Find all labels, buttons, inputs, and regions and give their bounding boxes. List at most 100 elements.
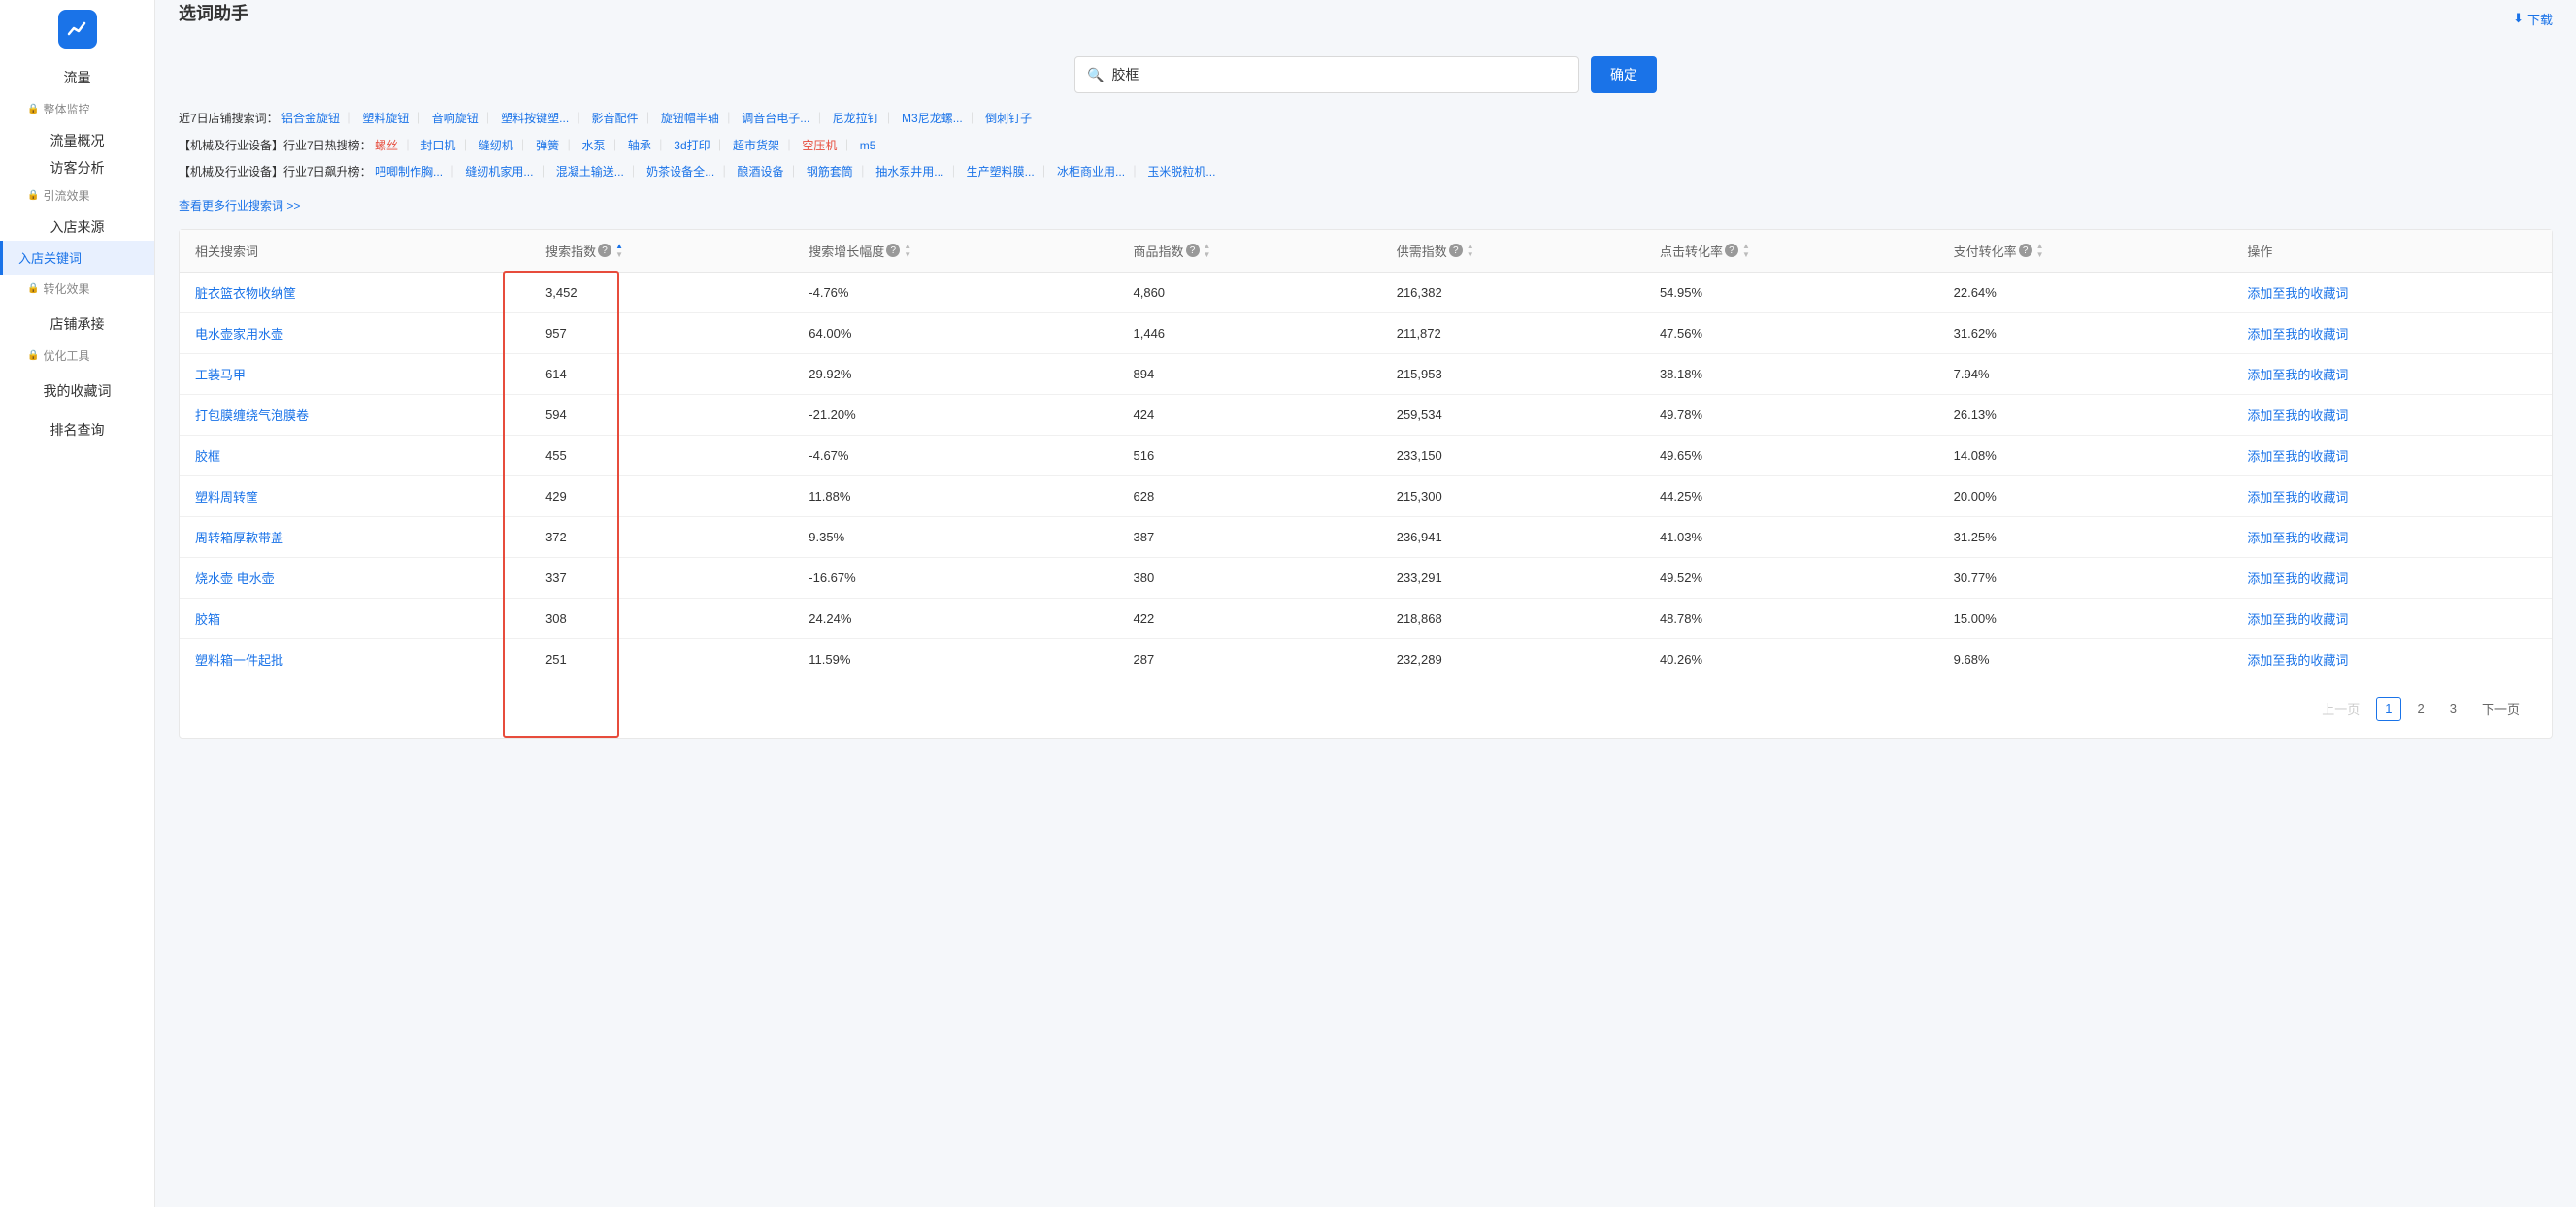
keyword-link-2[interactable]: 工装马甲 [195, 368, 246, 382]
add-favorite-3[interactable]: 添加至我的收藏词 [2247, 408, 2348, 423]
keyword-link-4[interactable]: 胶框 [195, 449, 220, 464]
tag-concrete[interactable]: 混凝土输送... [556, 165, 624, 179]
product-index-info-icon[interactable]: ? [1186, 244, 1200, 257]
th-product-index[interactable]: 商品指数 ? ▲ ▼ [1118, 230, 1381, 273]
tag-av[interactable]: 影音配件 [592, 112, 639, 125]
page-2-button[interactable]: 2 [2409, 697, 2433, 721]
cell-keyword-4: 胶框 [180, 435, 530, 475]
th-pay-conversion[interactable]: 支付转化率 ? ▲ ▼ [1938, 230, 2232, 273]
tag-nylon-rivet[interactable]: 尼龙拉钉 [833, 112, 879, 125]
click-conv-info-icon[interactable]: ? [1725, 244, 1738, 257]
cell-product-index-1: 1,446 [1118, 312, 1381, 353]
tag-plastic-film[interactable]: 生产塑料膜... [967, 165, 1035, 179]
sidebar-item-store-keywords[interactable]: 入店关键词 [0, 241, 154, 275]
tag-compressor[interactable]: 空压机 [802, 139, 837, 152]
tag-sealer[interactable]: 封口机 [420, 139, 455, 152]
sidebar-item-optimize-tools[interactable]: 🔒 优化工具 [0, 342, 154, 370]
th-supply-index[interactable]: 供需指数 ? ▲ ▼ [1381, 230, 1644, 273]
page-3-button[interactable]: 3 [2441, 697, 2465, 721]
tag-mixer[interactable]: 调音台电子... [742, 112, 809, 125]
tag-rebar[interactable]: 钢筋套筒 [807, 165, 853, 179]
sort-down-icon-5: ▼ [1742, 251, 1750, 259]
keyword-link-7[interactable]: 烧水壶 电水壶 [195, 571, 275, 586]
add-favorite-2[interactable]: 添加至我的收藏词 [2247, 368, 2348, 382]
pay-conv-info-icon[interactable]: ? [2019, 244, 2032, 257]
th-search-growth[interactable]: 搜索增长幅度 ? ▲ ▼ [793, 230, 1117, 273]
tag-plastic-knob[interactable]: 塑料旋钮 [362, 112, 409, 125]
sidebar-item-overall-monitor[interactable]: 🔒 整体监控 [0, 95, 154, 123]
th-keyword: 相关搜索词 [180, 230, 530, 273]
tag-spring[interactable]: 弹簧 [536, 139, 559, 152]
prev-page-button[interactable]: 上一页 [2313, 695, 2368, 723]
keyword-link-6[interactable]: 周转箱厚款带盖 [195, 531, 283, 545]
sort-up-icon-6: ▲ [2036, 243, 2044, 250]
page-1-button[interactable]: 1 [2376, 697, 2400, 721]
tag-brewing[interactable]: 酿酒设备 [738, 165, 784, 179]
sidebar-section-traffic-overview[interactable]: 流量概况 [0, 123, 154, 154]
add-favorite-9[interactable]: 添加至我的收藏词 [2247, 653, 2348, 668]
supply-index-info-icon[interactable]: ? [1449, 244, 1463, 257]
tag-rivet2[interactable]: 倒刺钉子 [985, 112, 1032, 125]
add-favorite-7[interactable]: 添加至我的收藏词 [2247, 571, 2348, 586]
add-favorite-8[interactable]: 添加至我的收藏词 [2247, 612, 2348, 627]
sort-icons-product: ▲ ▼ [1204, 243, 1211, 259]
tag-screw[interactable]: 螺丝 [375, 139, 398, 152]
keyword-link-3[interactable]: 打包膜缠绕气泡膜卷 [195, 408, 309, 423]
search-input[interactable] [1111, 67, 1567, 82]
cell-keyword-0: 脏衣篮衣物收纳筐 [180, 272, 530, 312]
add-favorite-0[interactable]: 添加至我的收藏词 [2247, 286, 2348, 301]
keyword-link-9[interactable]: 塑料箱一件起批 [195, 653, 283, 668]
tag-badge[interactable]: 吧唧制作胸... [375, 165, 443, 179]
tag-bearing[interactable]: 轴承 [628, 139, 651, 152]
tag-3dprint[interactable]: 3d打印 [674, 139, 710, 152]
more-industry-link[interactable]: 查看更多行业搜索词 >> [179, 197, 300, 213]
tag-audio-knob[interactable]: 音响旋钮 [432, 112, 479, 125]
tag-freezer[interactable]: 冰柜商业用... [1057, 165, 1125, 179]
cell-keyword-1: 电水壶家用水壶 [180, 312, 530, 353]
sort-icons-click: ▲ ▼ [1742, 243, 1750, 259]
search-index-info-icon[interactable]: ? [598, 244, 611, 257]
keyword-link-0[interactable]: 脏衣篮衣物收纳筐 [195, 286, 296, 301]
sidebar-section-store-service[interactable]: 店铺承接 [0, 303, 154, 342]
add-favorite-6[interactable]: 添加至我的收藏词 [2247, 531, 2348, 545]
cell-click-conversion-6: 41.03% [1644, 516, 1938, 557]
tag-aluminum[interactable]: 铝合金旋钮 [281, 112, 340, 125]
sidebar-item-conversion[interactable]: 🔒 转化效果 [0, 275, 154, 303]
confirm-button[interactable]: 确定 [1591, 56, 1657, 93]
sidebar-section-visitor[interactable]: 访客分析 [0, 154, 154, 181]
add-favorite-1[interactable]: 添加至我的收藏词 [2247, 327, 2348, 342]
keyword-link-5[interactable]: 塑料周转筐 [195, 490, 258, 505]
tag-m3-nylon[interactable]: M3尼龙螺... [902, 112, 963, 125]
lock-icon-2: 🔒 [27, 190, 39, 201]
tag-m5[interactable]: m5 [860, 139, 876, 152]
tag-shelf[interactable]: 超市货架 [733, 139, 779, 152]
cell-action-0: 添加至我的收藏词 [2231, 272, 2552, 312]
tag-waterpump[interactable]: 抽水泵井用... [875, 165, 943, 179]
cell-click-conversion-3: 49.78% [1644, 394, 1938, 435]
sidebar-section-traffic[interactable]: 流量 [0, 56, 154, 95]
sidebar-section-ranking[interactable]: 排名查询 [0, 408, 154, 447]
keyword-link-1[interactable]: 电水壶家用水壶 [195, 327, 283, 342]
sidebar-section-store-source[interactable]: 入店来源 [0, 210, 154, 241]
download-button[interactable]: ⬇ 下载 [2513, 10, 2553, 28]
tag-knob-cap[interactable]: 旋钮帽半轴 [661, 112, 719, 125]
tag-pump[interactable]: 水泵 [582, 139, 606, 152]
cell-click-conversion-1: 47.56% [1644, 312, 1938, 353]
sidebar-item-traffic-effect[interactable]: 🔒 引流效果 [0, 181, 154, 210]
tag-sewing[interactable]: 缝纫机 [479, 139, 513, 152]
add-favorite-4[interactable]: 添加至我的收藏词 [2247, 449, 2348, 464]
next-page-button[interactable]: 下一页 [2473, 695, 2528, 723]
tag-corn[interactable]: 玉米脱粒机... [1147, 165, 1215, 179]
tag-plastic-key[interactable]: 塑料按键塑... [501, 112, 569, 125]
table-row: 胶箱 308 24.24% 422 218,868 48.78% 15.00% … [180, 598, 2552, 638]
th-search-index[interactable]: 搜索指数 ? ▲ ▼ [530, 230, 793, 273]
search-growth-info-icon[interactable]: ? [886, 244, 900, 257]
tag-sewing-home[interactable]: 缝纫机家用... [465, 165, 533, 179]
sidebar-section-favorites[interactable]: 我的收藏词 [0, 370, 154, 408]
add-favorite-5[interactable]: 添加至我的收藏词 [2247, 490, 2348, 505]
th-click-conversion[interactable]: 点击转化率 ? ▲ ▼ [1644, 230, 1938, 273]
cell-keyword-6: 周转箱厚款带盖 [180, 516, 530, 557]
tag-teaequip[interactable]: 奶茶设备全... [646, 165, 714, 179]
keyword-link-8[interactable]: 胶箱 [195, 612, 220, 627]
cell-search-growth-5: 11.88% [793, 475, 1117, 516]
